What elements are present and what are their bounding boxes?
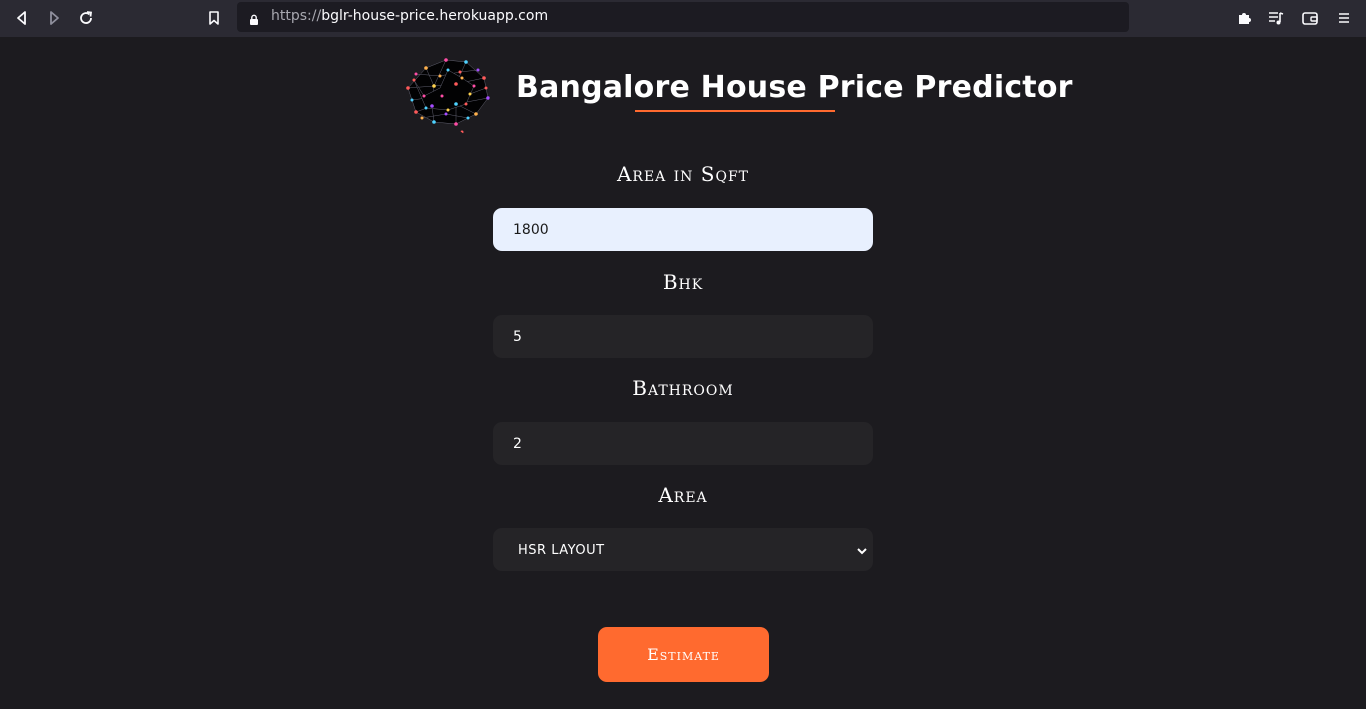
area-select[interactable]: HSR LAYOUT: [493, 528, 873, 571]
area-label: Area: [658, 483, 708, 507]
sqft-label: Area in Sqft: [616, 162, 750, 186]
sqft-input[interactable]: [493, 208, 873, 251]
page-title: Bangalore House Price Predictor: [516, 70, 1073, 105]
title-underline: [635, 110, 835, 112]
bathroom-label: Bathroom: [632, 376, 734, 400]
bathroom-input[interactable]: [493, 422, 873, 465]
url-host: bglr-house-price.herokuapp.com: [321, 8, 549, 24]
url-text: https://bglr-house-price.herokuapp.com: [271, 8, 548, 24]
media-icon[interactable]: [1265, 7, 1287, 29]
estimate-button[interactable]: Estimate: [598, 627, 769, 682]
back-icon[interactable]: [11, 7, 33, 29]
wallet-icon[interactable]: [1299, 7, 1321, 29]
url-scheme: https://: [271, 8, 322, 24]
browser-toolbar: https://bglr-house-price.herokuapp.com: [0, 0, 1366, 37]
reload-icon[interactable]: [75, 7, 97, 29]
lock-icon: [249, 11, 259, 30]
chevron-down-icon: [856, 542, 868, 561]
bhk-input[interactable]: [493, 315, 873, 358]
bhk-label: Bhk: [662, 270, 704, 294]
menu-icon[interactable]: [1333, 7, 1355, 29]
bookmark-icon[interactable]: [203, 7, 225, 29]
area-select-value: HSR LAYOUT: [518, 543, 605, 558]
extensions-icon[interactable]: [1233, 7, 1255, 29]
forward-icon[interactable]: [43, 7, 65, 29]
brain-network-logo: [396, 48, 494, 138]
url-bar[interactable]: https://bglr-house-price.herokuapp.com: [237, 2, 1129, 32]
